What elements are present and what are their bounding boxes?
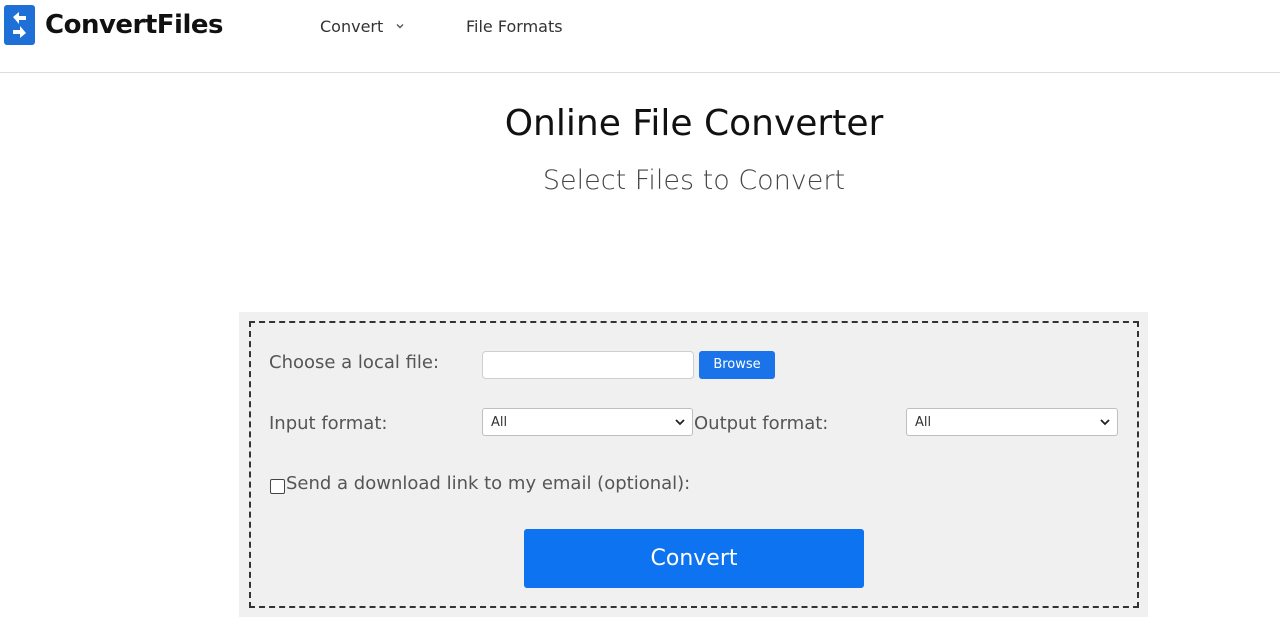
- nav-convert-label: Convert: [320, 16, 384, 36]
- site-header: ConvertFiles Convert File Formats: [0, 0, 1280, 73]
- chevron-down-icon: [396, 24, 404, 29]
- nav-file-formats[interactable]: File Formats: [466, 15, 563, 37]
- convert-button[interactable]: Convert: [524, 529, 864, 588]
- page-subtitle: Select Files to Convert: [542, 165, 846, 196]
- email-checkbox-label[interactable]: Send a download link to my email (option…: [286, 473, 690, 494]
- input-format-label: Input format:: [269, 413, 388, 434]
- output-format-select[interactable]: All: [906, 408, 1118, 436]
- brand-name: ConvertFiles: [45, 10, 223, 40]
- output-format-value: All: [915, 414, 932, 430]
- nav-file-formats-label: File Formats: [466, 16, 563, 36]
- chevron-down-icon: [675, 419, 685, 426]
- input-format-value: All: [491, 414, 508, 430]
- brand-logo[interactable]: ConvertFiles: [4, 5, 223, 45]
- file-path-input[interactable]: [482, 351, 694, 379]
- logo-icon: [4, 5, 35, 45]
- file-label: Choose a local file:: [269, 352, 440, 373]
- chevron-down-icon: [1100, 419, 1110, 426]
- input-format-select[interactable]: All: [482, 408, 693, 436]
- page-title: Online File Converter: [504, 103, 884, 144]
- converter-panel: Choose a local file: Browse Input format…: [239, 312, 1148, 617]
- nav-convert[interactable]: Convert: [320, 15, 405, 37]
- output-format-label: Output format:: [694, 413, 829, 434]
- email-checkbox[interactable]: [270, 479, 285, 494]
- browse-button[interactable]: Browse: [699, 351, 775, 379]
